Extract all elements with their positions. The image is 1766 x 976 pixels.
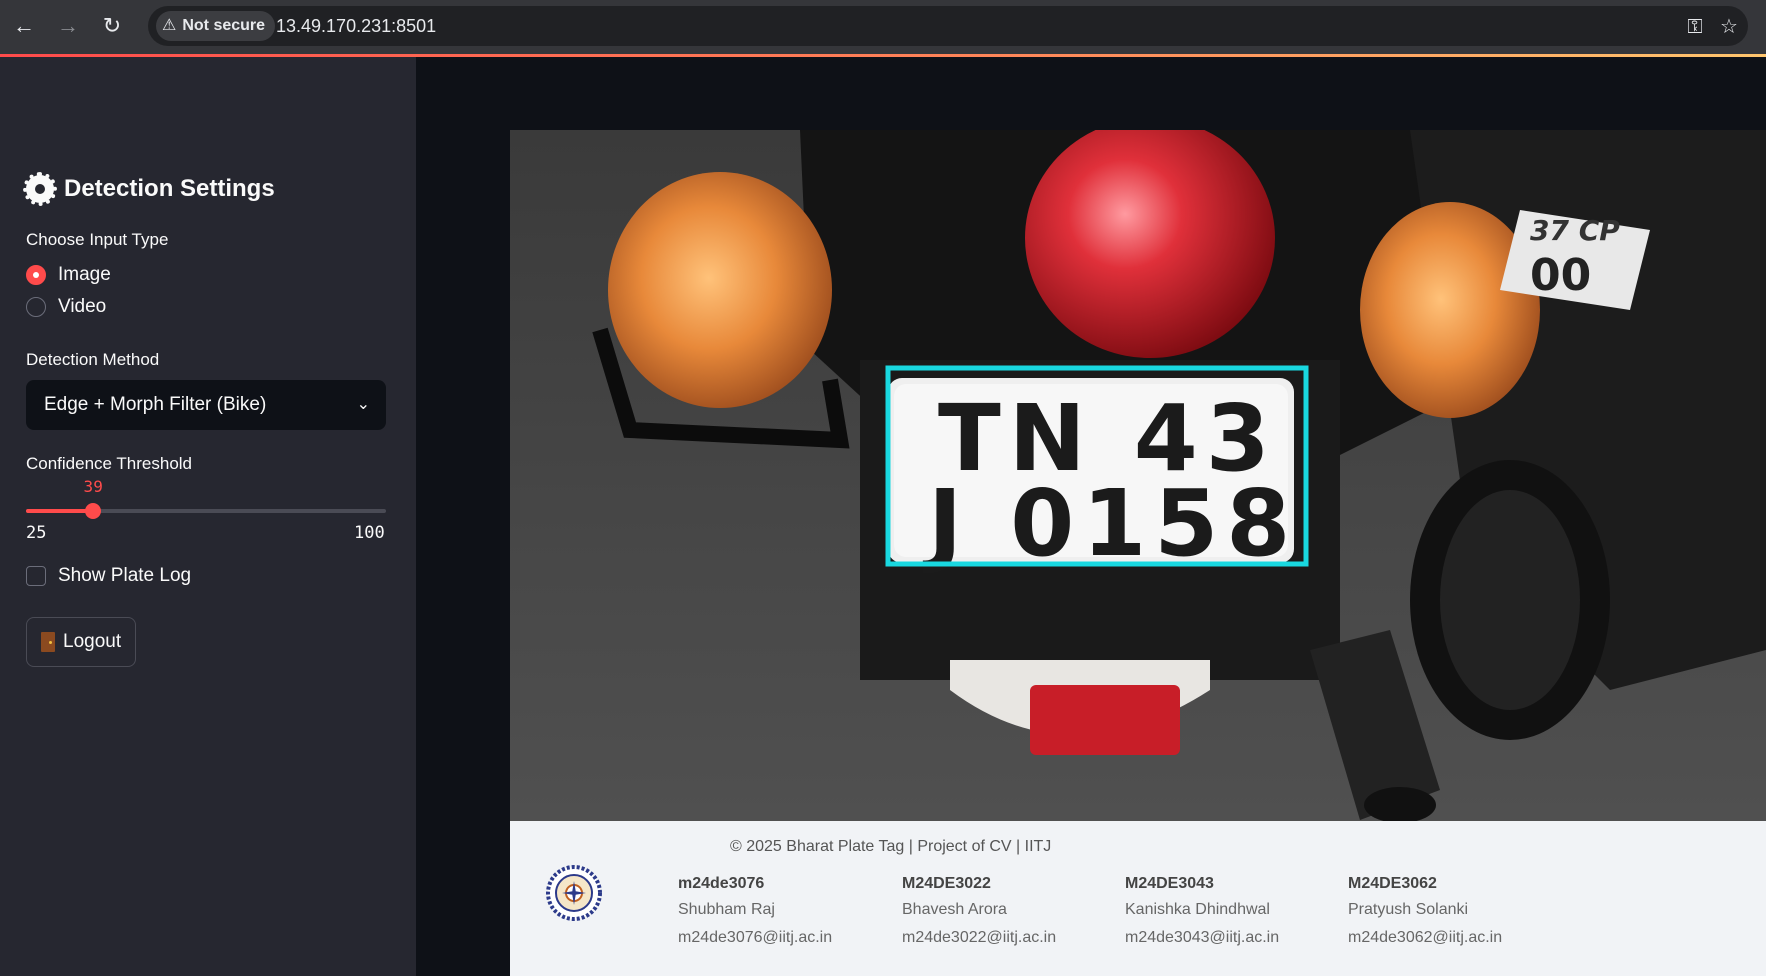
key-icon[interactable]: ⚿	[1682, 14, 1708, 40]
member-id: M24DE3022	[902, 875, 991, 892]
plate-log-label: Show Plate Log	[58, 565, 192, 586]
browser-toolbar: ← → ↻ ⚠ Not secure 13.49.170.231:8501 ⚿ …	[0, 0, 1766, 57]
member-id: m24de3076	[678, 875, 765, 892]
radio-image-label: Image	[58, 264, 111, 285]
security-label: Not secure	[182, 17, 266, 34]
plate-line-2: J 0158	[922, 470, 1298, 577]
slider-max: 100	[354, 523, 385, 543]
sidebar-title: Detection Settings	[23, 172, 275, 206]
sidebar: Detection Settings Choose Input Type Ima…	[0, 57, 416, 976]
sidebar-title-text: Detection Settings	[64, 175, 275, 202]
member-id: M24DE3043	[1125, 875, 1214, 892]
chevron-down-icon[interactable]: ⌄	[357, 380, 370, 430]
radio-video[interactable]: Video	[26, 296, 106, 318]
logout-label: Logout	[63, 631, 122, 652]
back-arrow-icon[interactable]: ←	[10, 12, 38, 40]
slider-value: 39	[83, 477, 103, 496]
logout-button[interactable]: Logout	[26, 617, 137, 667]
warning-triangle-icon: ⚠	[162, 17, 177, 34]
radio-image-circle[interactable]	[26, 265, 46, 285]
input-type-label: Choose Input Type	[26, 230, 169, 249]
member-name: Pratyush Solanki	[1348, 901, 1469, 918]
member-id: M24DE3062	[1348, 875, 1437, 892]
checkbox-box[interactable]	[26, 566, 46, 586]
team-member: M24DE3022 Bhavesh Arora m24de3022@iitj.a…	[902, 875, 1122, 947]
star-icon[interactable]: ☆	[1716, 14, 1742, 40]
slider-thumb[interactable]	[85, 503, 102, 519]
method-select-value: Edge + Morph Filter (Bike)	[44, 394, 267, 415]
plate-log-checkbox[interactable]: Show Plate Log	[26, 565, 191, 587]
member-email[interactable]: m24de3062@iitj.ac.in	[1348, 929, 1568, 947]
member-email[interactable]: m24de3043@iitj.ac.in	[1125, 929, 1345, 947]
method-select[interactable]: Edge + Morph Filter (Bike) ⌄	[26, 380, 386, 430]
confidence-label: Confidence Threshold	[26, 454, 193, 473]
gear-icon	[23, 172, 57, 206]
security-chip[interactable]: ⚠ Not secure	[156, 11, 276, 41]
svg-text:00: 00	[1530, 250, 1591, 301]
radio-video-label: Video	[58, 296, 107, 317]
iitj-logo	[546, 865, 602, 921]
door-icon	[41, 632, 55, 652]
forward-arrow-icon[interactable]: →	[54, 12, 82, 40]
member-email[interactable]: m24de3022@iitj.ac.in	[902, 929, 1122, 947]
method-label: Detection Method	[26, 350, 160, 369]
team-member: M24DE3043 Kanishka Dhindhwal m24de3043@i…	[1125, 875, 1345, 947]
radio-image[interactable]: Image	[26, 264, 111, 286]
copyright-text: © 2025 Bharat Plate Tag | Project of CV …	[730, 838, 1052, 855]
detection-result-image: 37 CP 00 TN 43 J 0158	[510, 130, 1766, 821]
team-member: M24DE3062 Pratyush Solanki m24de3062@iit…	[1348, 875, 1568, 947]
address-bar[interactable]: ⚠ Not secure 13.49.170.231:8501 ⚿ ☆	[148, 6, 1748, 46]
url-text[interactable]: 13.49.170.231:8501	[276, 6, 436, 46]
confidence-slider[interactable]	[26, 503, 386, 519]
member-name: Bhavesh Arora	[902, 901, 1007, 918]
motorcycle-photo: 37 CP 00 TN 43 J 0158	[510, 130, 1766, 821]
reload-icon[interactable]: ↻	[98, 12, 126, 40]
slider-min: 25	[26, 523, 47, 543]
member-name: Shubham Raj	[678, 901, 775, 918]
svg-text:37 CP: 37 CP	[1530, 214, 1620, 247]
member-name: Kanishka Dhindhwal	[1125, 901, 1270, 918]
radio-video-circle[interactable]	[26, 297, 46, 317]
footer: © 2025 Bharat Plate Tag | Project of CV …	[510, 821, 1766, 976]
slider-fill	[26, 509, 94, 513]
member-email[interactable]: m24de3076@iitj.ac.in	[678, 929, 898, 947]
team-member: m24de3076 Shubham Raj m24de3076@iitj.ac.…	[678, 875, 898, 947]
